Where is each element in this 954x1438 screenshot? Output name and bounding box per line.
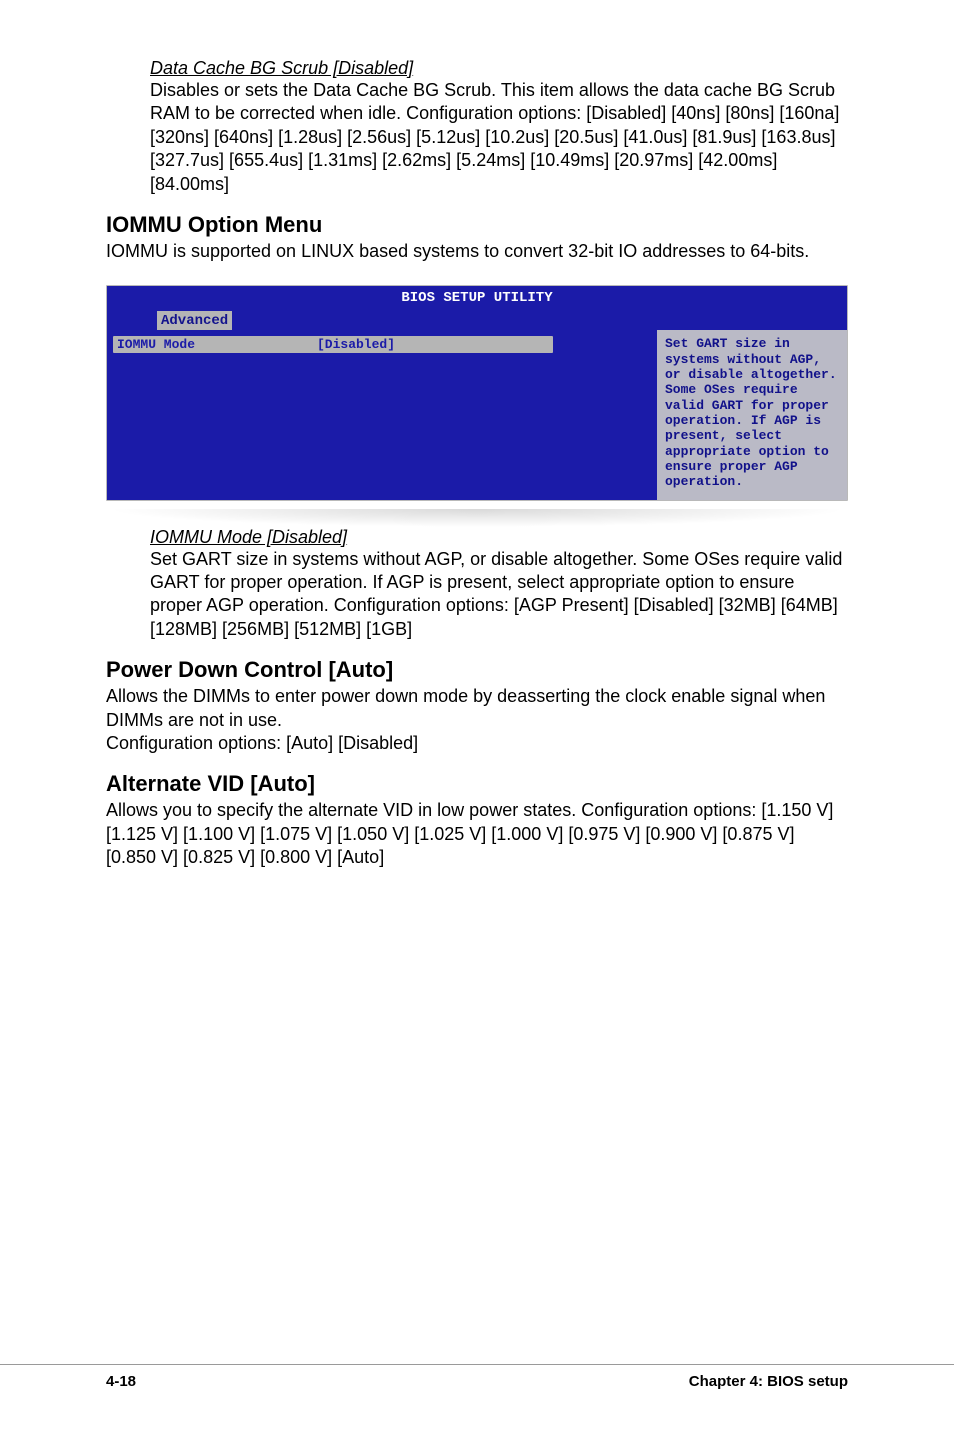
- bios-tab-advanced[interactable]: Advanced: [157, 311, 232, 330]
- power-down-heading: Power Down Control [Auto]: [106, 657, 848, 683]
- alternate-vid-heading: Alternate VID [Auto]: [106, 771, 848, 797]
- data-cache-body: Disables or sets the Data Cache BG Scrub…: [150, 79, 848, 196]
- iommu-heading-body: IOMMU is supported on LINUX based system…: [106, 240, 848, 263]
- bios-help-pane: Set GART size in systems without AGP, or…: [657, 330, 847, 499]
- bios-header: BIOS SETUP UTILITY Advanced: [107, 286, 847, 330]
- chapter-label: Chapter 4: BIOS setup: [689, 1373, 848, 1390]
- page-curl-shadow: [106, 509, 848, 527]
- iommu-mode-title: IOMMU Mode [Disabled]: [150, 527, 848, 548]
- bios-row-value: [Disabled]: [317, 337, 395, 352]
- page-footer: 4-18 Chapter 4: BIOS setup: [0, 1364, 954, 1390]
- bios-left-pane: IOMMU Mode [Disabled]: [107, 330, 657, 499]
- bios-screenshot: BIOS SETUP UTILITY Advanced IOMMU Mode […: [106, 285, 848, 500]
- bios-row-iommu-mode[interactable]: IOMMU Mode [Disabled]: [113, 336, 553, 353]
- power-down-body: Allows the DIMMs to enter power down mod…: [106, 685, 848, 755]
- page-number: 4-18: [106, 1373, 136, 1390]
- alternate-vid-body: Allows you to specify the alternate VID …: [106, 799, 848, 869]
- data-cache-title: Data Cache BG Scrub [Disabled]: [150, 58, 848, 79]
- bios-title: BIOS SETUP UTILITY: [107, 286, 847, 306]
- iommu-mode-body: Set GART size in systems without AGP, or…: [150, 548, 848, 642]
- bios-row-label: IOMMU Mode: [117, 337, 317, 352]
- bios-body: IOMMU Mode [Disabled] Set GART size in s…: [107, 330, 847, 499]
- iommu-heading: IOMMU Option Menu: [106, 212, 848, 238]
